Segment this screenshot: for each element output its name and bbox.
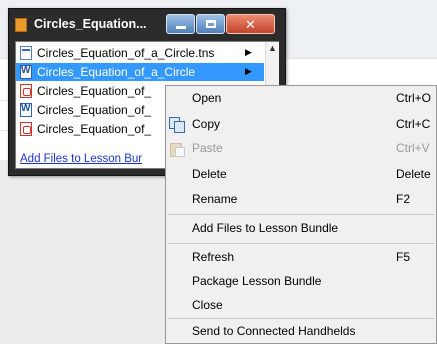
menu-item-refresh[interactable]: Refresh F5 bbox=[166, 246, 436, 270]
menu-item-label: Refresh bbox=[192, 250, 235, 264]
close-button[interactable]: ✕ bbox=[226, 14, 275, 34]
minimize-button[interactable] bbox=[166, 14, 195, 34]
file-name: Circles_Equation_of_a_Circle bbox=[37, 65, 196, 79]
menu-item-shortcut: F5 bbox=[396, 250, 411, 264]
menu-item-copy[interactable]: Copy Ctrl+C bbox=[166, 113, 436, 137]
menu-item-shortcut: Ctrl+V bbox=[396, 141, 430, 155]
file-name: Circles_Equation_of_ bbox=[37, 103, 152, 117]
add-files-link[interactable]: Add Files to Lesson Bur bbox=[20, 153, 142, 165]
tns-file-icon bbox=[20, 46, 32, 60]
paste-icon bbox=[169, 141, 185, 157]
menu-item-label: Copy bbox=[192, 117, 221, 131]
expand-arrow-icon[interactable]: ▶ bbox=[245, 47, 252, 58]
menu-item-delete[interactable]: Delete Delete bbox=[166, 163, 436, 187]
menu-item-label: Rename bbox=[192, 192, 238, 206]
menu-item-label: Open bbox=[192, 91, 222, 105]
pdf-file-icon bbox=[20, 84, 32, 98]
menu-item-label: Close bbox=[192, 298, 223, 312]
menu-item-label: Delete bbox=[192, 167, 227, 181]
menu-item-label: Add Files to Lesson Bundle bbox=[192, 221, 339, 235]
word-doc-icon bbox=[20, 103, 32, 117]
menu-item-package[interactable]: Package Lesson Bundle bbox=[166, 270, 436, 294]
copy-icon bbox=[169, 117, 185, 133]
context-menu: Open Ctrl+O Copy Ctrl+C Paste Ctrl+V Del… bbox=[165, 85, 437, 344]
close-icon: ✕ bbox=[245, 16, 256, 32]
window-title: Circles_Equation... bbox=[34, 17, 147, 31]
menu-item-add-files[interactable]: Add Files to Lesson Bundle bbox=[166, 217, 436, 241]
pdf-file-icon bbox=[20, 122, 32, 136]
file-row-selected[interactable]: Circles_Equation_of_a_Circle ▶ bbox=[16, 63, 264, 81]
expand-arrow-icon[interactable]: ▶ bbox=[245, 66, 252, 77]
minimize-icon bbox=[175, 25, 186, 29]
menu-item-close[interactable]: Close bbox=[166, 294, 436, 318]
menu-separator bbox=[168, 214, 434, 215]
maximize-button[interactable] bbox=[196, 14, 225, 34]
menu-item-rename[interactable]: Rename F2 bbox=[166, 188, 436, 212]
menu-separator bbox=[168, 318, 434, 319]
file-name: Circles_Equation_of_ bbox=[37, 122, 152, 136]
maximize-icon bbox=[205, 20, 216, 28]
word-doc-icon bbox=[20, 65, 32, 79]
background-panel bbox=[0, 160, 165, 344]
menu-separator bbox=[168, 243, 434, 244]
menu-item-label: Send to Connected Handhelds bbox=[192, 324, 356, 338]
menu-item-open[interactable]: Open Ctrl+O bbox=[166, 87, 436, 111]
menu-item-label: Package Lesson Bundle bbox=[192, 274, 322, 288]
scroll-up-icon[interactable]: ▲ bbox=[268, 43, 277, 53]
menu-item-shortcut: F2 bbox=[396, 192, 411, 206]
window-titlebar[interactable]: Circles_Equation... ✕ bbox=[9, 9, 285, 39]
file-name: Circles_Equation_of_a_Circle.tns bbox=[37, 46, 215, 60]
menu-item-shortcut: Ctrl+C bbox=[396, 117, 431, 131]
lesson-bundle-icon bbox=[15, 18, 27, 32]
menu-item-label: Paste bbox=[192, 141, 223, 155]
menu-item-paste[interactable]: Paste Ctrl+V bbox=[166, 137, 436, 161]
file-name: Circles_Equation_of_ bbox=[37, 84, 152, 98]
menu-item-shortcut: Delete bbox=[396, 167, 431, 181]
menu-item-shortcut: Ctrl+O bbox=[396, 91, 432, 105]
file-row[interactable]: Circles_Equation_of_a_Circle.tns ▶ bbox=[16, 44, 264, 62]
menu-item-send[interactable]: Send to Connected Handhelds bbox=[166, 320, 436, 344]
